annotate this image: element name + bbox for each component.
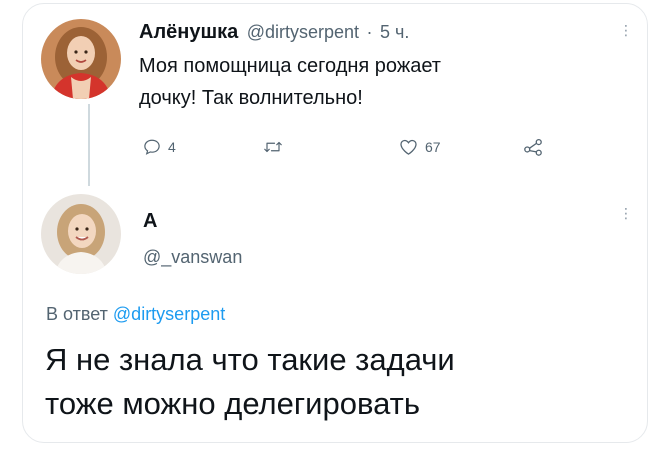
tweet-text-line-1: Моя помощница сегодня рожает xyxy=(139,55,441,77)
woman-avatar-icon xyxy=(41,194,121,274)
tweet-author-name[interactable]: Алёнушка xyxy=(139,21,238,43)
reply-author-avatar[interactable] xyxy=(41,194,121,274)
reply-more-icon[interactable]: ⋮ xyxy=(619,206,633,220)
heart-icon xyxy=(400,139,417,155)
tweet-author-avatar[interactable] xyxy=(41,19,121,99)
woman-avatar-icon xyxy=(41,19,121,99)
share-icon xyxy=(524,138,542,156)
tweet-text: Моя помощница сегодня рожает дочку! Так … xyxy=(139,50,579,114)
reply-to-prefix: В ответ xyxy=(46,304,108,324)
share-action[interactable] xyxy=(523,138,543,156)
reply-text-line-2: тоже можно делегировать xyxy=(45,386,421,421)
reply-text: Я не знала что такие задачи тоже можно д… xyxy=(45,338,605,426)
like-count: 67 xyxy=(425,139,441,155)
retweet-icon xyxy=(264,141,282,153)
reply-to-mention-link[interactable]: @dirtyserpent xyxy=(113,304,225,324)
tweet-text-line-2: дочку! Так волнительно! xyxy=(139,87,363,109)
tweet-header: Алёнушка @dirtyserpent · 5 ч. xyxy=(139,21,409,44)
tweet-more-icon[interactable]: ⋮ xyxy=(619,23,633,37)
reply-text-line-1: Я не знала что такие задачи xyxy=(45,342,455,377)
retweet-action[interactable] xyxy=(263,138,290,156)
reply-to-line: В ответ @dirtyserpent xyxy=(46,304,225,325)
tweet-card: Алёнушка @dirtyserpent · 5 ч. ⋮ Моя помо… xyxy=(22,3,648,443)
tweet-author-handle[interactable]: @dirtyserpent xyxy=(247,22,359,42)
reply-action[interactable]: 4 xyxy=(143,138,176,156)
reply-count: 4 xyxy=(168,139,176,155)
thread-connector-line xyxy=(88,104,90,186)
tweet-separator: · xyxy=(366,22,373,42)
tweet-time[interactable]: 5 ч. xyxy=(380,22,409,42)
reply-author-handle[interactable]: @_vanswan xyxy=(143,247,242,268)
reply-icon xyxy=(144,139,160,155)
reply-author-name[interactable]: А xyxy=(143,210,157,233)
like-action[interactable]: 67 xyxy=(399,138,441,156)
